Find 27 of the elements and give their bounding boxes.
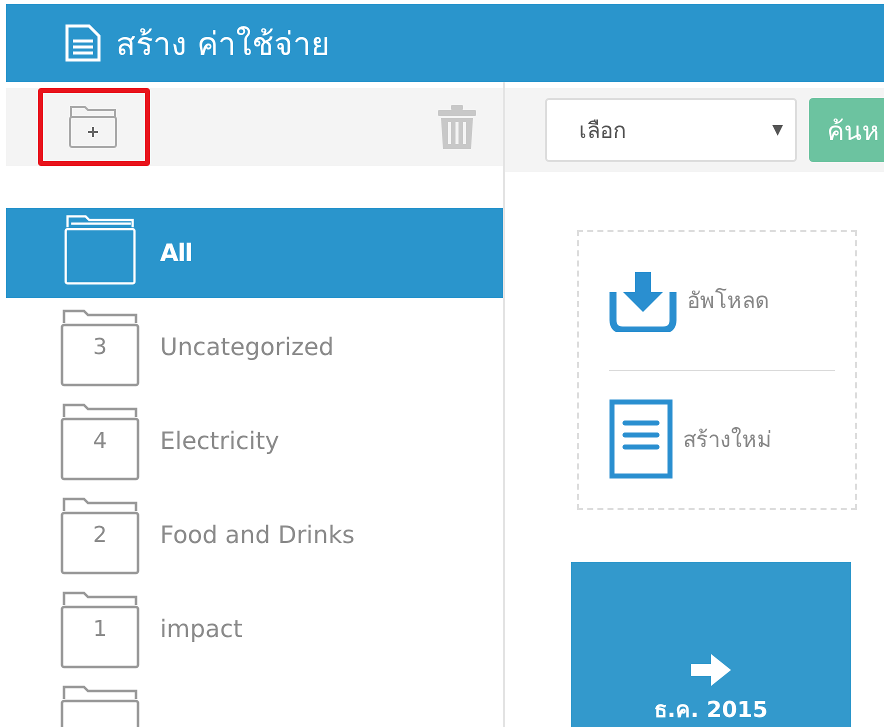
page-title: สร้าง ค่าใช้จ่าย [116,24,330,64]
document-icon [609,399,673,480]
add-folder-button[interactable] [38,88,150,166]
new-button[interactable]: สร้างใหม่ [609,370,835,508]
upload-button[interactable]: อัพโหลด [609,232,835,370]
filter-dropdown[interactable]: เลือก ▼ [545,98,797,162]
folder-count: 4 [92,429,108,454]
folder-count: 3 [92,335,108,360]
folder-count: 1 [92,617,108,642]
document-icon [64,23,102,63]
folder-item[interactable]: 4 Electricity [6,396,503,486]
arrow-icon [691,654,731,686]
folder-item[interactable]: All [6,208,503,298]
folder-count: 2 [92,523,108,548]
folder-label: Uncategorized [160,333,334,361]
period-tile[interactable]: ธ.ค. 2015 [571,562,851,727]
download-tray-icon [609,270,677,332]
folder-item[interactable]: 2 Food and Drinks [6,490,503,580]
folder-plus-icon [69,105,119,149]
folder-item[interactable]: 3 Uncategorized [6,302,503,392]
folder-label: impact [160,615,243,643]
folder-label: Food and Drinks [160,521,355,549]
search-button[interactable]: ค้นห [809,98,884,162]
folder-label: All [160,239,192,267]
folder-label: Electricity [160,427,280,455]
caret-icon: ▼ [772,122,783,138]
folder-item[interactable]: 1 impact [6,584,503,674]
